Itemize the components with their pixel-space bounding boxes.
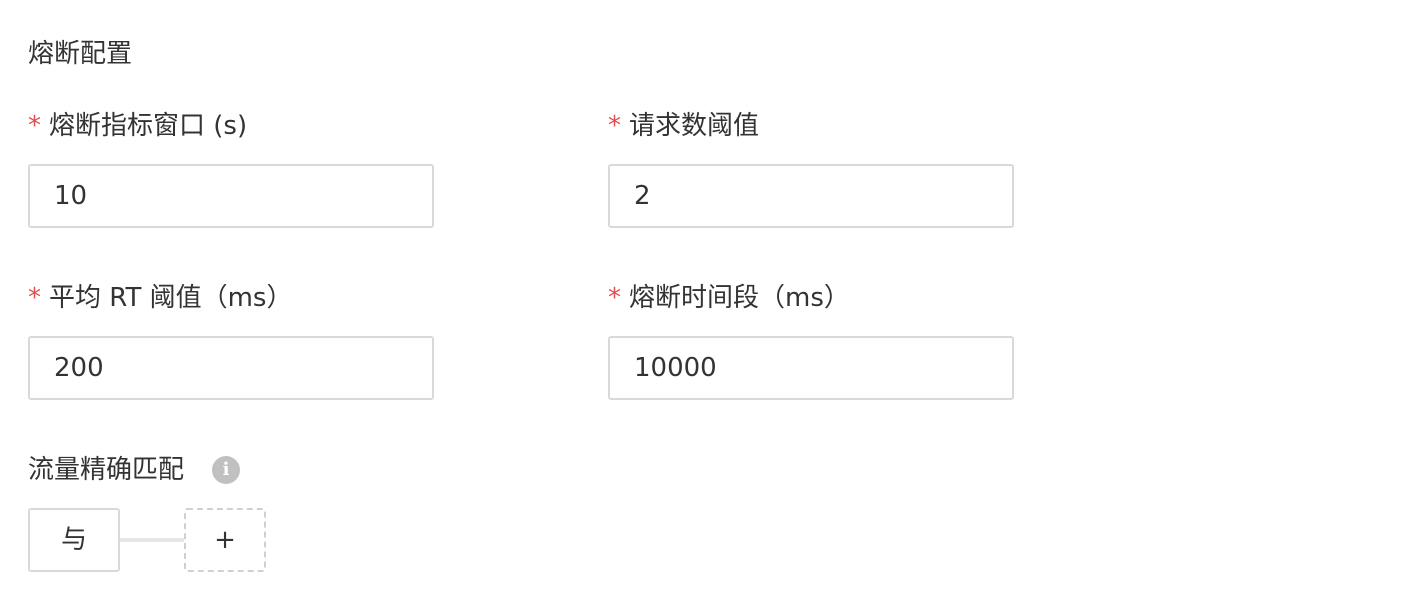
info-icon[interactable]: i xyxy=(212,456,240,484)
add-condition-button[interactable]: + xyxy=(184,508,266,572)
section-title: 熔断配置 xyxy=(28,39,133,69)
break-duration-input[interactable] xyxy=(608,336,1014,400)
required-mark: * xyxy=(28,111,41,141)
request-threshold-input[interactable] xyxy=(608,164,1014,228)
required-mark: * xyxy=(608,283,621,313)
rt-threshold-input[interactable] xyxy=(28,336,434,400)
window-label-text: 熔断指标窗口 (s) xyxy=(49,111,248,141)
rt-threshold-label-text: 平均 RT 阈值（ms） xyxy=(49,283,293,313)
window-input[interactable] xyxy=(28,164,434,228)
rt-threshold-field-label: * 平均 RT 阈值（ms） xyxy=(28,280,292,316)
required-mark: * xyxy=(28,283,41,313)
request-threshold-label-text: 请求数阈值 xyxy=(629,111,760,141)
required-mark: * xyxy=(608,111,621,141)
break-duration-field-label: * 熔断时间段（ms） xyxy=(608,280,850,316)
and-operator-button[interactable]: 与 xyxy=(28,508,120,572)
request-threshold-field-label: * 请求数阈值 xyxy=(608,108,759,144)
traffic-match-title: 流量精确匹配 xyxy=(28,455,185,485)
connector-line xyxy=(120,538,184,542)
break-duration-label-text: 熔断时间段（ms） xyxy=(629,283,850,313)
window-field-label: * 熔断指标窗口 (s) xyxy=(28,108,247,144)
